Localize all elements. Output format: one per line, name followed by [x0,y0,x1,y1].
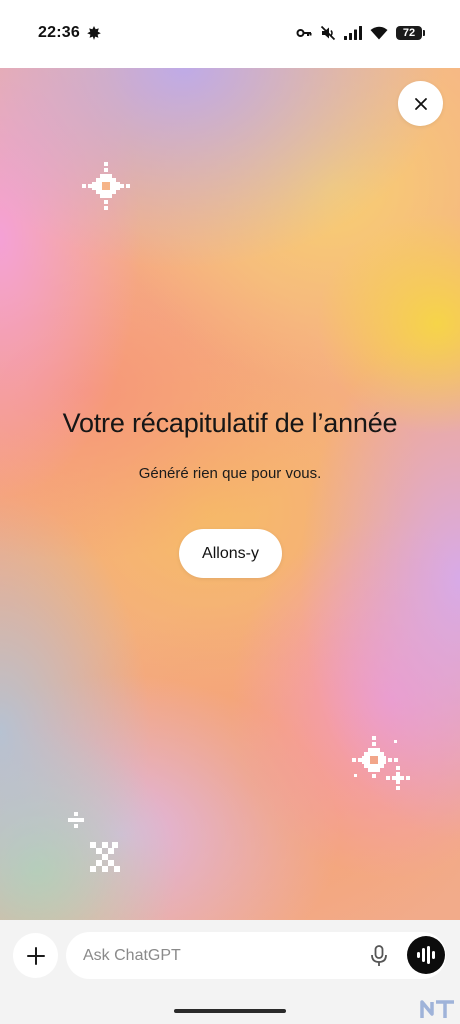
leaf-icon [87,26,101,40]
watermark-logo [420,1000,454,1018]
recap-screen: 22:36 72 Votre récapitulatif de l’année … [0,0,460,1024]
sparkle-icon [82,162,130,210]
sparkle-icon [352,736,410,790]
status-bar: 22:36 72 [0,0,460,68]
voice-mode-button[interactable] [407,936,445,974]
add-attachment-button[interactable] [13,933,58,978]
recap-title: Votre récapitulatif de l’année [62,408,398,438]
mute-icon [320,25,336,41]
battery-level: 72 [402,27,416,39]
close-icon [414,97,427,110]
status-time: 22:36 [38,24,80,41]
ask-input-container [66,932,446,979]
ask-chatgpt-input[interactable] [83,932,343,979]
microphone-button[interactable] [368,944,390,968]
composer-bar [0,920,460,1024]
recap-subtitle: Généré rien que pour vous. [138,465,322,482]
voice-mode-icon [417,946,435,964]
status-icons: 72 [296,23,425,43]
microphone-icon [371,945,387,966]
key-icon [296,29,312,37]
wifi-icon [370,26,388,40]
home-indicator [174,1009,286,1013]
recap-hero: Votre récapitulatif de l’année Généré ri… [0,68,460,920]
plus-icon [26,946,45,965]
close-button[interactable] [398,81,443,126]
sparkle-icon [68,812,120,872]
signal-icon [344,26,362,40]
battery-icon: 72 [396,26,425,40]
lets-go-button[interactable]: Allons-y [179,529,282,578]
